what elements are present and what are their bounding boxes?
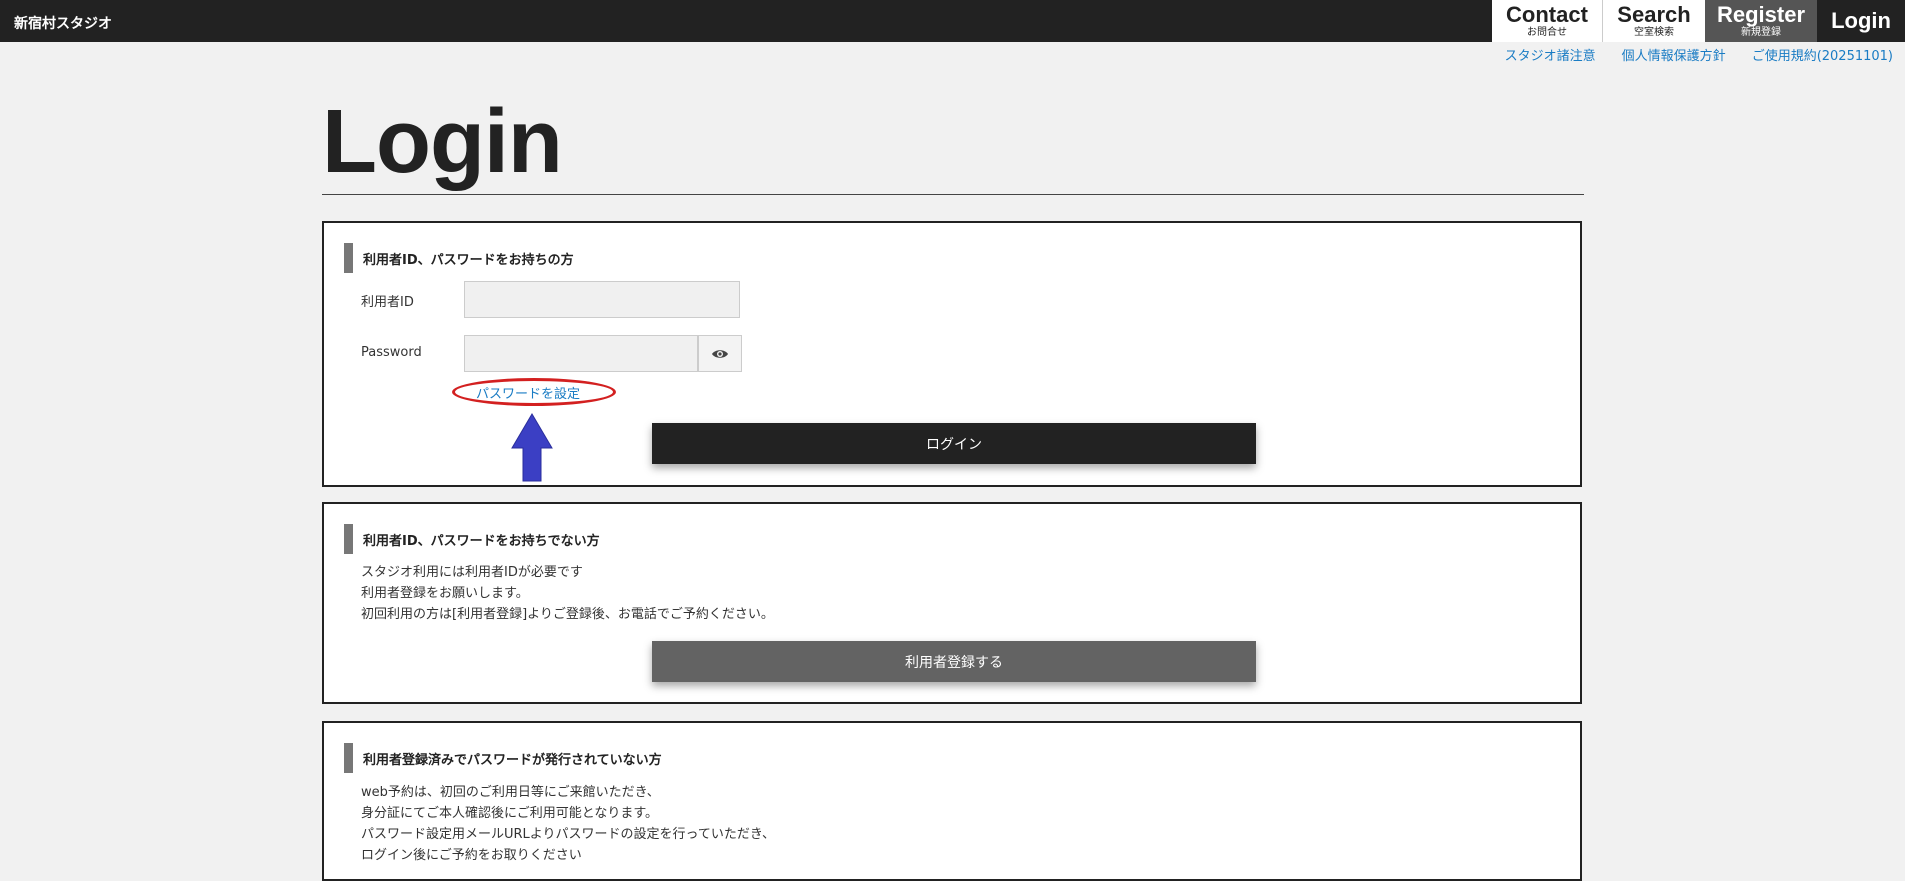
page-title: Login bbox=[322, 92, 1584, 195]
password-input[interactable] bbox=[464, 335, 698, 372]
no-account-section: 利用者ID、パスワードをお持ちでない方 スタジオ利用には利用者IDが必要です 利… bbox=[322, 502, 1582, 704]
login-section: 利用者ID、パスワードをお持ちの方 利用者ID Password パスワードを設… bbox=[322, 221, 1582, 487]
privacy-policy-link[interactable]: 個人情報保護方針 bbox=[1622, 45, 1726, 64]
text-line: スタジオ利用には利用者IDが必要です bbox=[361, 565, 583, 580]
nav-register-label: Register bbox=[1716, 1, 1806, 27]
main-nav: Contact お問合せ Search 空室検索 Register 新規登録 L… bbox=[1492, 0, 1905, 42]
text-line: パスワード設定用メールURLよりパスワードの設定を行っていただき、 bbox=[361, 827, 775, 842]
nav-login-label: Login bbox=[1831, 8, 1891, 33]
text-line: web予約は、初回のご利用日等にご来館いただき、 bbox=[361, 785, 660, 800]
text-line: 身分証にてご本人確認後にご利用可能となります。 bbox=[361, 806, 659, 821]
nav-register-sublabel: 新規登録 bbox=[1741, 26, 1781, 38]
text-line: ログイン後にご予約をお取りください bbox=[361, 848, 582, 863]
studio-notes-link[interactable]: スタジオ諸注意 bbox=[1505, 45, 1596, 64]
header-links: スタジオ諸注意 個人情報保護方針 ご使用規約(20251101) bbox=[1505, 45, 1893, 64]
password-label: Password bbox=[361, 345, 422, 360]
nav-register[interactable]: Register 新規登録 bbox=[1705, 0, 1817, 42]
up-arrow-icon bbox=[511, 413, 553, 482]
nav-login[interactable]: Login bbox=[1817, 0, 1905, 42]
terms-of-use-link[interactable]: ご使用規約(20251101) bbox=[1752, 45, 1893, 64]
nav-contact-sublabel: お問合せ bbox=[1527, 26, 1567, 38]
nav-contact-label: Contact bbox=[1506, 1, 1588, 27]
no-password-section: 利用者登録済みでパスワードが発行されていない方 web予約は、初回のご利用日等に… bbox=[322, 721, 1582, 881]
eye-icon bbox=[712, 349, 728, 358]
no-password-text: web予約は、初回のご利用日等にご来館いただき、 身分証にてご本人確認後にご利用… bbox=[361, 782, 775, 866]
no-account-text: スタジオ利用には利用者IDが必要です 利用者登録をお願いします。 初回利用の方は… bbox=[361, 562, 774, 625]
top-navigation-bar: 新宿村スタジオ Contact お問合せ Search 空室検索 Registe… bbox=[0, 0, 1905, 42]
set-password-link[interactable]: パスワードを設定 bbox=[476, 383, 580, 402]
no-account-heading: 利用者ID、パスワードをお持ちでない方 bbox=[344, 524, 600, 554]
login-button[interactable]: ログイン bbox=[652, 423, 1256, 464]
nav-search[interactable]: Search 空室検索 bbox=[1602, 0, 1705, 42]
text-line: 初回利用の方は[利用者登録]よりご登録後、お電話でご予約ください。 bbox=[361, 607, 774, 622]
no-password-heading: 利用者登録済みでパスワードが発行されていない方 bbox=[344, 743, 662, 773]
login-section-heading: 利用者ID、パスワードをお持ちの方 bbox=[344, 243, 574, 273]
user-id-label: 利用者ID bbox=[361, 295, 414, 310]
text-line: 利用者登録をお願いします。 bbox=[361, 586, 529, 601]
nav-search-sublabel: 空室検索 bbox=[1634, 26, 1674, 38]
register-button[interactable]: 利用者登録する bbox=[652, 641, 1256, 682]
user-id-input[interactable] bbox=[464, 281, 740, 318]
show-password-toggle[interactable] bbox=[698, 335, 742, 372]
site-name[interactable]: 新宿村スタジオ bbox=[14, 13, 112, 33]
nav-contact[interactable]: Contact お問合せ bbox=[1492, 0, 1602, 42]
nav-search-label: Search bbox=[1617, 1, 1691, 27]
